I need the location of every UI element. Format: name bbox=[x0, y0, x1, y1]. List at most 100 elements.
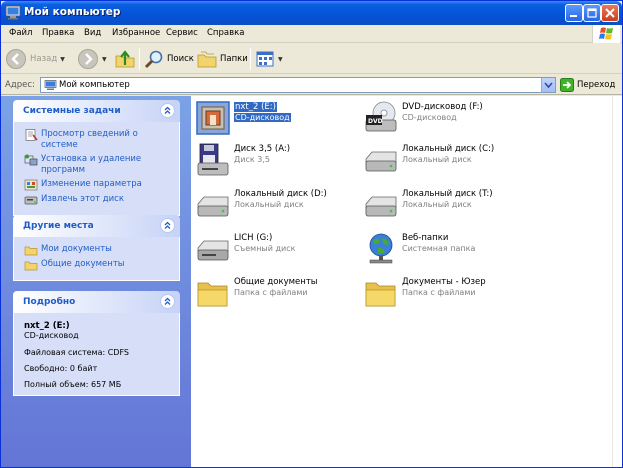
item-name: DVD-дисковод (F:) bbox=[402, 102, 483, 112]
close-button[interactable] bbox=[601, 4, 619, 22]
back-dropdown-icon[interactable]: ▼ bbox=[60, 56, 65, 63]
drive-item-e[interactable]: nxt_2 (E:) CD-дисковод bbox=[196, 101, 362, 135]
item-type: CD-дисковод bbox=[234, 113, 291, 122]
link-label: Установка и удаление программ bbox=[41, 154, 142, 175]
detail-name: nxt_2 (E:) bbox=[24, 321, 70, 331]
search-icon bbox=[144, 50, 163, 69]
item-type: CD-дисковод bbox=[402, 113, 457, 122]
collapse-button[interactable] bbox=[160, 218, 175, 233]
item-name: Общие документы bbox=[234, 277, 318, 287]
link-label: Извлечь этот диск bbox=[41, 194, 124, 204]
other-places-header[interactable]: Другие места bbox=[13, 215, 180, 237]
menu-edit[interactable]: Правка bbox=[42, 28, 74, 38]
search-button[interactable]: Поиск bbox=[144, 47, 194, 71]
folders-icon bbox=[197, 51, 217, 68]
system-info-icon bbox=[25, 129, 38, 141]
item-name: Локальный диск (T:) bbox=[402, 189, 493, 199]
up-folder-button[interactable] bbox=[114, 47, 136, 71]
item-type: Локальный диск bbox=[402, 155, 472, 164]
menu-tools[interactable]: Сервис bbox=[166, 28, 198, 38]
collapse-button[interactable] bbox=[160, 294, 175, 309]
forward-arrow-icon bbox=[78, 49, 98, 69]
folder-icon bbox=[24, 261, 38, 271]
views-icon bbox=[256, 51, 274, 67]
toolbar-separator bbox=[250, 48, 251, 70]
link-label: Общие документы bbox=[41, 259, 125, 269]
menu-file[interactable]: Файл bbox=[9, 28, 32, 38]
shared-documents-item[interactable]: Общие документы Папка с файлами bbox=[196, 276, 362, 310]
toolbar: Назад ▼ ▼ Поиск Папки ▼ bbox=[1, 44, 622, 74]
menu-view[interactable]: Вид bbox=[84, 28, 101, 38]
chevron-up-icon bbox=[164, 297, 171, 305]
other-places-panel: Другие места Мои документы Общие докумен… bbox=[13, 215, 180, 281]
views-dropdown-icon[interactable]: ▼ bbox=[278, 56, 283, 63]
web-folders-item[interactable]: Веб-папки Системная папка bbox=[364, 232, 530, 266]
drive-item-c[interactable]: Локальный диск (C:) Локальный диск bbox=[364, 143, 530, 177]
title-bar[interactable]: Мой компьютер bbox=[1, 1, 622, 25]
windows-flag-icon bbox=[599, 27, 613, 40]
task-pane: Системные задачи Просмотр сведений о сис… bbox=[1, 96, 191, 467]
back-button[interactable]: Назад ▼ bbox=[5, 47, 65, 71]
other-places-title: Другие места bbox=[23, 221, 94, 231]
menu-help[interactable]: Справка bbox=[207, 28, 244, 38]
web-folders-icon bbox=[369, 233, 393, 264]
hard-drive-icon bbox=[197, 196, 229, 217]
item-type: Системная папка bbox=[402, 244, 476, 253]
link-add-remove-programs[interactable]: Установка и удаление программ bbox=[24, 154, 171, 176]
maximize-button[interactable] bbox=[583, 4, 601, 22]
search-label: Поиск bbox=[167, 54, 194, 64]
svg-text:DVD: DVD bbox=[368, 118, 383, 125]
go-button[interactable]: Переход bbox=[560, 77, 615, 93]
system-tasks-header[interactable]: Системные задачи bbox=[13, 100, 180, 122]
maximize-icon bbox=[587, 8, 597, 18]
detail-total-size: Полный объем: 657 МБ bbox=[24, 380, 122, 389]
drive-item-d[interactable]: Локальный диск (D:) Локальный диск bbox=[196, 188, 362, 222]
system-tasks-title: Системные задачи bbox=[23, 106, 121, 116]
address-label: Адрес: bbox=[5, 80, 35, 90]
window-title: Мой компьютер bbox=[24, 6, 121, 18]
drive-item-a[interactable]: Диск 3,5 (A:) Диск 3,5 bbox=[196, 143, 362, 177]
item-type: Диск 3,5 bbox=[234, 155, 270, 164]
folder-icon bbox=[197, 282, 228, 307]
views-button[interactable]: ▼ bbox=[255, 47, 283, 71]
floppy-drive-icon bbox=[197, 143, 229, 176]
details-header[interactable]: Подробно bbox=[13, 291, 180, 313]
hard-drive-icon bbox=[365, 196, 397, 217]
item-type: Локальный диск bbox=[234, 200, 304, 209]
link-system-info[interactable]: Просмотр сведений о системе bbox=[24, 129, 171, 151]
view-right-edge bbox=[612, 96, 622, 467]
add-remove-programs-icon bbox=[24, 154, 38, 166]
chevron-up-icon bbox=[164, 221, 171, 229]
item-name: Веб-папки bbox=[402, 233, 449, 243]
dvd-drive-icon: DVD bbox=[365, 101, 397, 132]
removable-drive-icon bbox=[197, 240, 229, 261]
minimize-button[interactable] bbox=[565, 4, 583, 22]
item-name: Локальный диск (D:) bbox=[234, 189, 327, 199]
user-documents-item[interactable]: Документы - Юзер Папка с файлами bbox=[364, 276, 530, 310]
forward-button[interactable]: ▼ bbox=[77, 47, 107, 71]
chevron-down-icon bbox=[544, 82, 553, 89]
detail-free-space: Свободно: 0 байт bbox=[24, 364, 98, 373]
address-dropdown[interactable] bbox=[541, 78, 555, 92]
eject-disk-icon bbox=[24, 196, 38, 205]
drive-item-t[interactable]: Локальный диск (T:) Локальный диск bbox=[364, 188, 530, 222]
go-arrow-icon bbox=[560, 78, 574, 92]
details-body: nxt_2 (E:) CD-дисковод Файловая система:… bbox=[13, 313, 180, 396]
system-tasks-panel: Системные задачи Просмотр сведений о сис… bbox=[13, 100, 180, 216]
drive-item-g[interactable]: LICH (G:) Съемный диск bbox=[196, 232, 362, 266]
folders-button[interactable]: Папки bbox=[197, 47, 248, 71]
link-eject-disk[interactable]: Извлечь этот диск bbox=[24, 194, 171, 206]
menu-favorites[interactable]: Избранное bbox=[112, 28, 160, 38]
forward-dropdown-icon[interactable]: ▼ bbox=[102, 56, 107, 63]
address-value: Мой компьютер bbox=[59, 80, 130, 90]
item-type: Съемный диск bbox=[234, 244, 296, 253]
address-field[interactable]: Мой компьютер bbox=[40, 77, 556, 93]
collapse-button[interactable] bbox=[160, 103, 175, 118]
link-my-documents[interactable]: Мои документы bbox=[24, 244, 171, 256]
toolbar-separator bbox=[139, 48, 140, 70]
chevron-up-icon bbox=[164, 106, 171, 114]
link-change-setting[interactable]: Изменение параметра bbox=[24, 179, 171, 191]
link-shared-documents[interactable]: Общие документы bbox=[24, 259, 171, 271]
drive-item-f[interactable]: DVD DVD-дисковод (F:) CD-дисковод bbox=[364, 101, 530, 135]
item-name: LICH (G:) bbox=[234, 233, 273, 243]
